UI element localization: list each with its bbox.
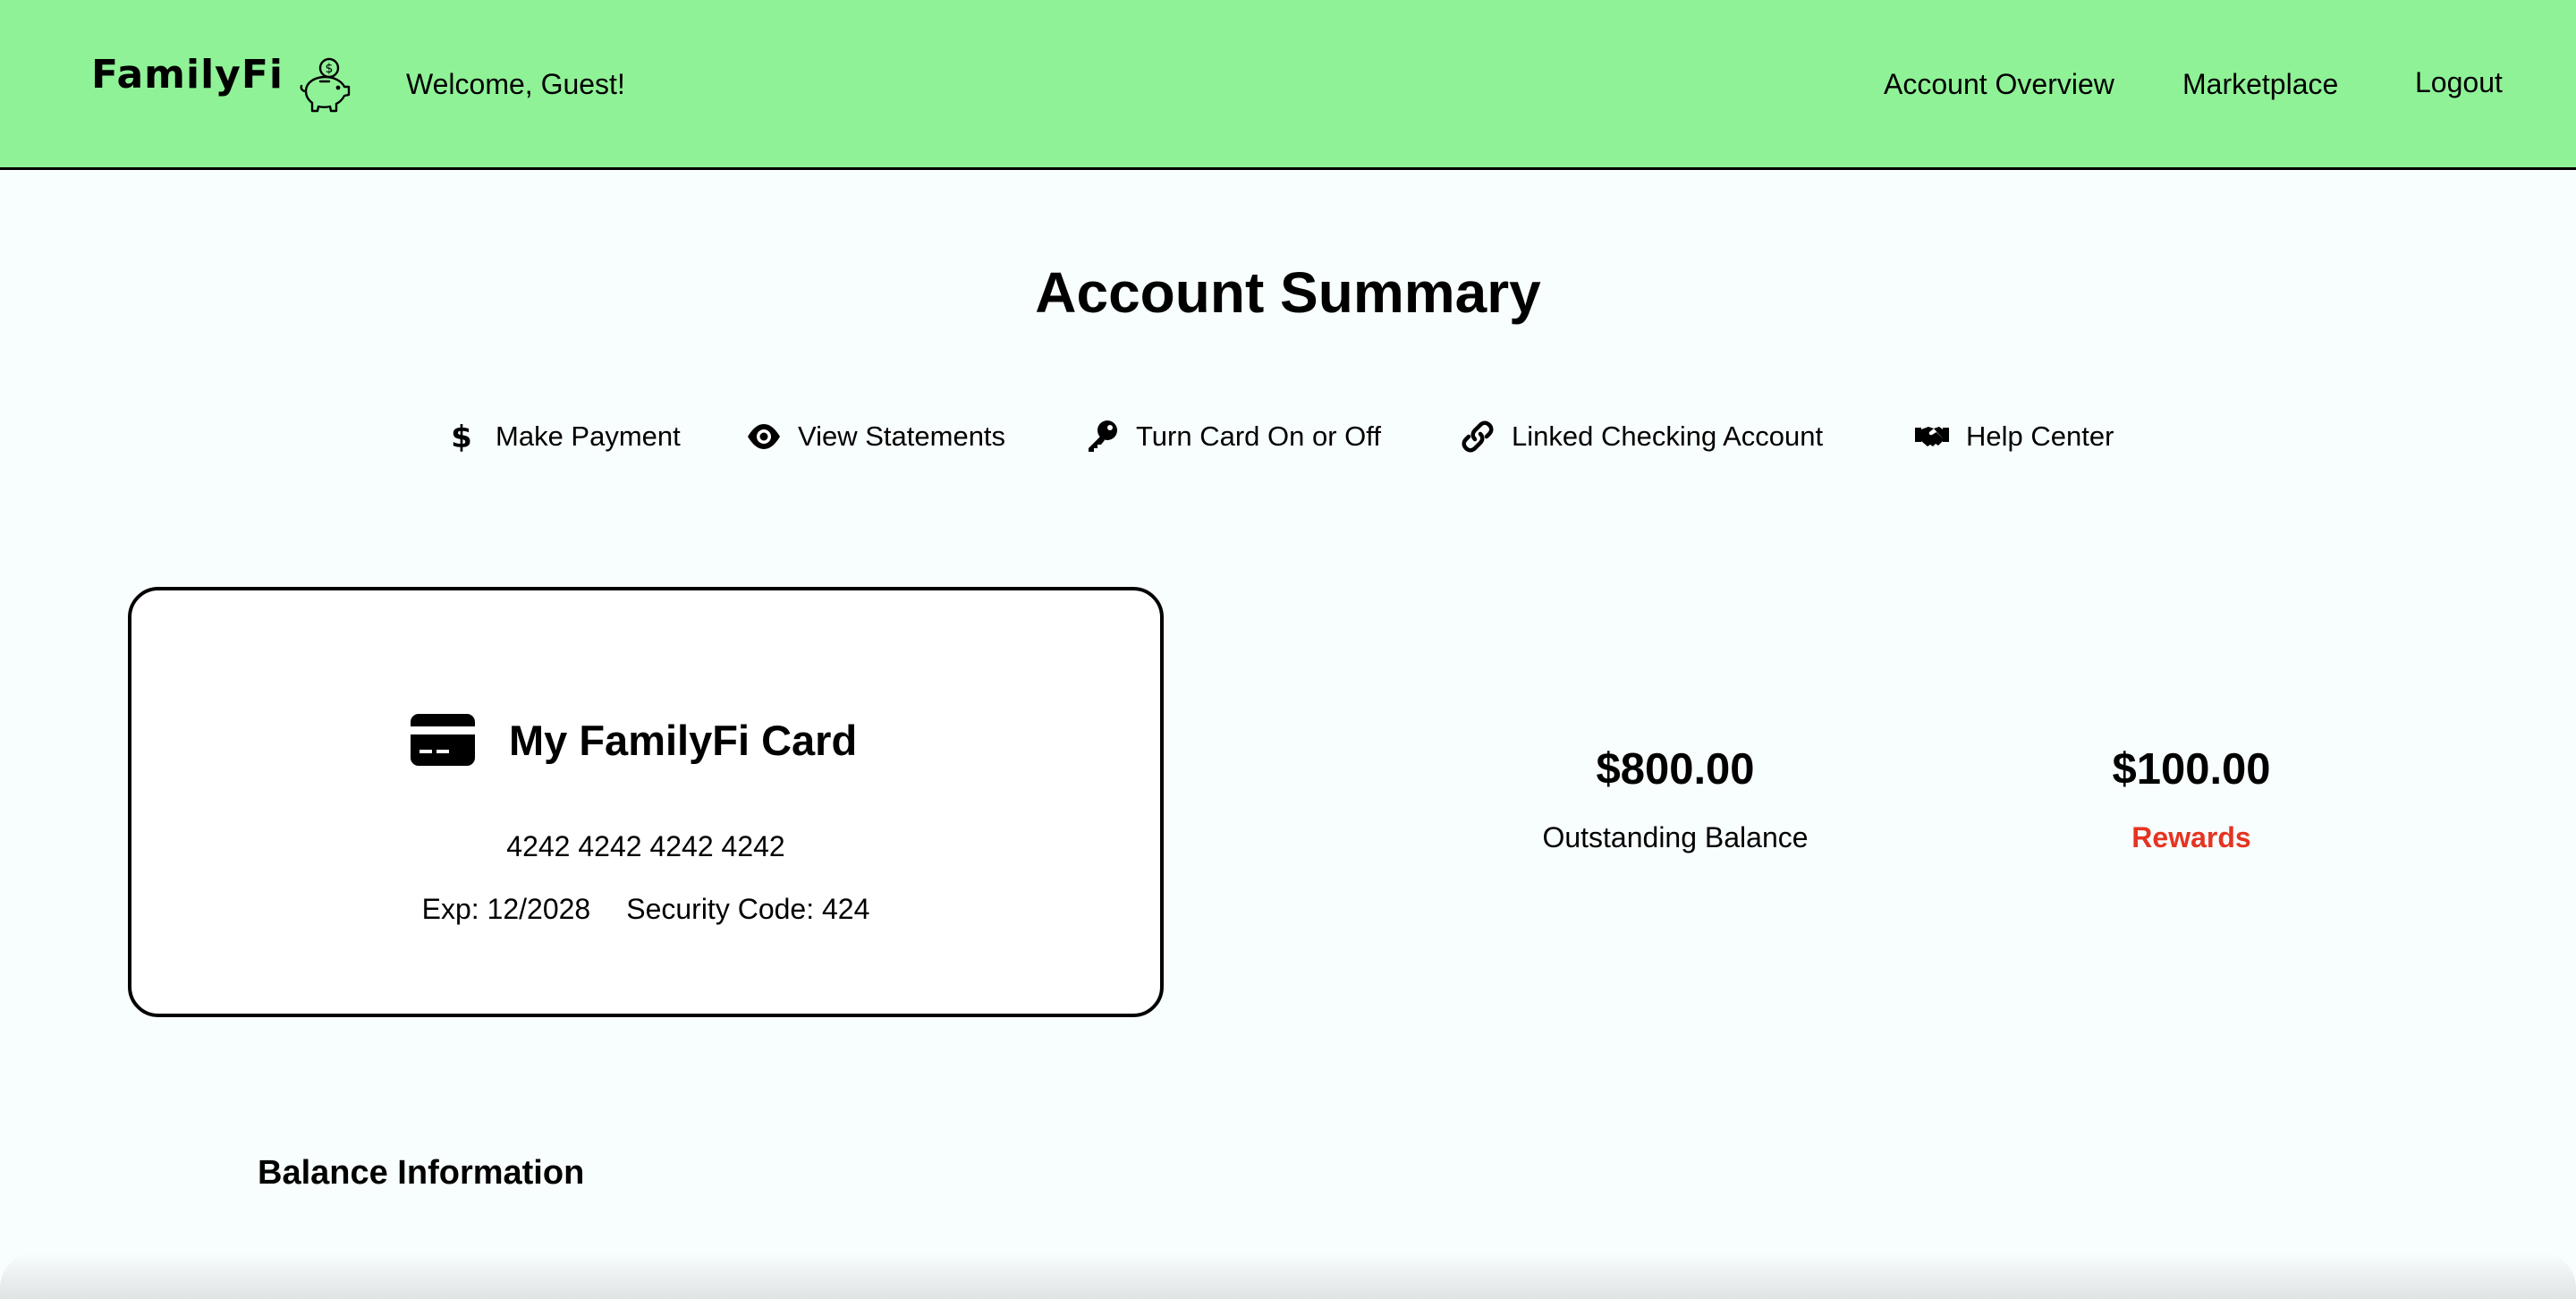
linked-checking-label: Linked Checking Account: [1512, 420, 1824, 452]
credit-card-panel: My FamilyFi Card 4242 4242 4242 4242 Exp…: [128, 587, 1164, 1017]
make-payment-label: Make Payment: [496, 420, 681, 452]
turn-card-action[interactable]: Turn Card On or Off: [1084, 419, 1381, 454]
link-icon: [1462, 420, 1494, 453]
piggy-bank-icon: $: [300, 57, 351, 113]
card-title-row: My FamilyFi Card: [411, 714, 857, 766]
rewards-stat: $100.00 Rewards: [2012, 744, 2370, 854]
handshake-icon: [1915, 427, 1949, 446]
linked-checking-action[interactable]: Linked Checking Account: [1460, 419, 1823, 454]
logout-link[interactable]: Logout: [2415, 66, 2503, 99]
card-number: 4242 4242 4242 4242: [506, 830, 785, 862]
card-security-code: Security Code: 424: [626, 893, 870, 925]
svg-text:$: $: [326, 62, 334, 76]
rewards-label[interactable]: Rewards: [2012, 821, 2370, 854]
view-statements-label: View Statements: [798, 420, 1006, 452]
credit-card-icon: [411, 714, 475, 766]
card-title: My FamilyFi Card: [509, 716, 858, 764]
top-navbar: FamilyFi $ Welcome, Guest! Account Overv…: [0, 0, 2576, 170]
brand-logo-text[interactable]: FamilyFi: [91, 52, 284, 98]
key-icon: [1089, 420, 1117, 452]
eye-icon: [748, 424, 780, 449]
help-center-action[interactable]: Help Center: [1914, 419, 2114, 454]
view-statements-action[interactable]: View Statements: [746, 419, 1005, 454]
svg-text:$: $: [451, 420, 472, 454]
turn-card-label: Turn Card On or Off: [1136, 420, 1381, 452]
page-title: Account Summary: [1035, 260, 1541, 325]
nav-marketplace[interactable]: Marketplace: [2182, 68, 2338, 101]
card-details: Exp: 12/2028 Security Code: 424: [131, 893, 1160, 926]
help-center-label: Help Center: [1966, 420, 2114, 452]
rewards-value: $100.00: [2112, 745, 2271, 794]
welcome-message: Welcome, Guest!: [406, 68, 625, 100]
outstanding-balance-label: Outstanding Balance: [1542, 821, 1809, 853]
balance-information-heading: Balance Information: [258, 1154, 585, 1192]
make-payment-action[interactable]: $ Make Payment: [444, 419, 681, 454]
card-expiration: Exp: 12/2028: [421, 893, 591, 925]
content-panel-edge: [0, 1252, 2576, 1299]
nav-account-overview[interactable]: Account Overview: [1884, 68, 2114, 101]
dollar-icon: $: [451, 420, 472, 454]
outstanding-balance-stat: $800.00 Outstanding Balance: [1496, 744, 1854, 854]
outstanding-balance-value: $800.00: [1596, 745, 1755, 794]
